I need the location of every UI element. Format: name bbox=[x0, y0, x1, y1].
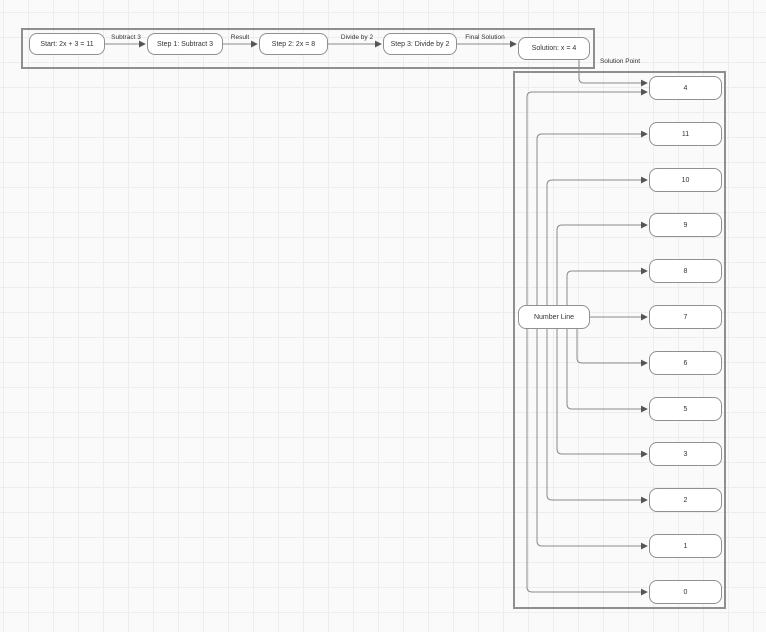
number-node-8: 8 bbox=[649, 259, 722, 283]
flow-node-step2: Step 2: 2x = 8 bbox=[259, 33, 328, 55]
number-node-6: 6 bbox=[649, 351, 722, 375]
edge-label-final-solution: Final Solution bbox=[465, 33, 505, 41]
number-node-7: 7 bbox=[649, 305, 722, 329]
diagram-canvas: Start: 2x + 3 = 11 Step 1: Subtract 3 St… bbox=[0, 0, 766, 632]
number-node-10: 10 bbox=[649, 168, 722, 192]
number-node-3: 3 bbox=[649, 442, 722, 466]
edge-label-solution-point: Solution Point bbox=[599, 57, 641, 65]
edge-label-subtract-3: Subtract 3 bbox=[111, 33, 141, 41]
flow-node-step1: Step 1: Subtract 3 bbox=[147, 33, 223, 55]
number-node-1: 1 bbox=[649, 534, 722, 558]
number-node-9: 9 bbox=[649, 213, 722, 237]
number-line-hub-node: Number Line bbox=[518, 305, 590, 329]
number-node-2: 2 bbox=[649, 488, 722, 512]
edge-label-result: Result bbox=[230, 33, 250, 41]
number-node-11: 11 bbox=[649, 122, 722, 146]
flow-node-step3: Step 3: Divide by 2 bbox=[383, 33, 457, 55]
number-line-subgraph-container bbox=[513, 71, 726, 609]
edge-label-divide-by-2: Divide by 2 bbox=[340, 33, 374, 41]
flow-node-solution: Solution: x = 4 bbox=[518, 37, 590, 60]
number-node-4: 4 bbox=[649, 76, 722, 100]
number-node-0: 0 bbox=[649, 580, 722, 604]
flow-node-start: Start: 2x + 3 = 11 bbox=[29, 33, 105, 55]
number-node-5: 5 bbox=[649, 397, 722, 421]
